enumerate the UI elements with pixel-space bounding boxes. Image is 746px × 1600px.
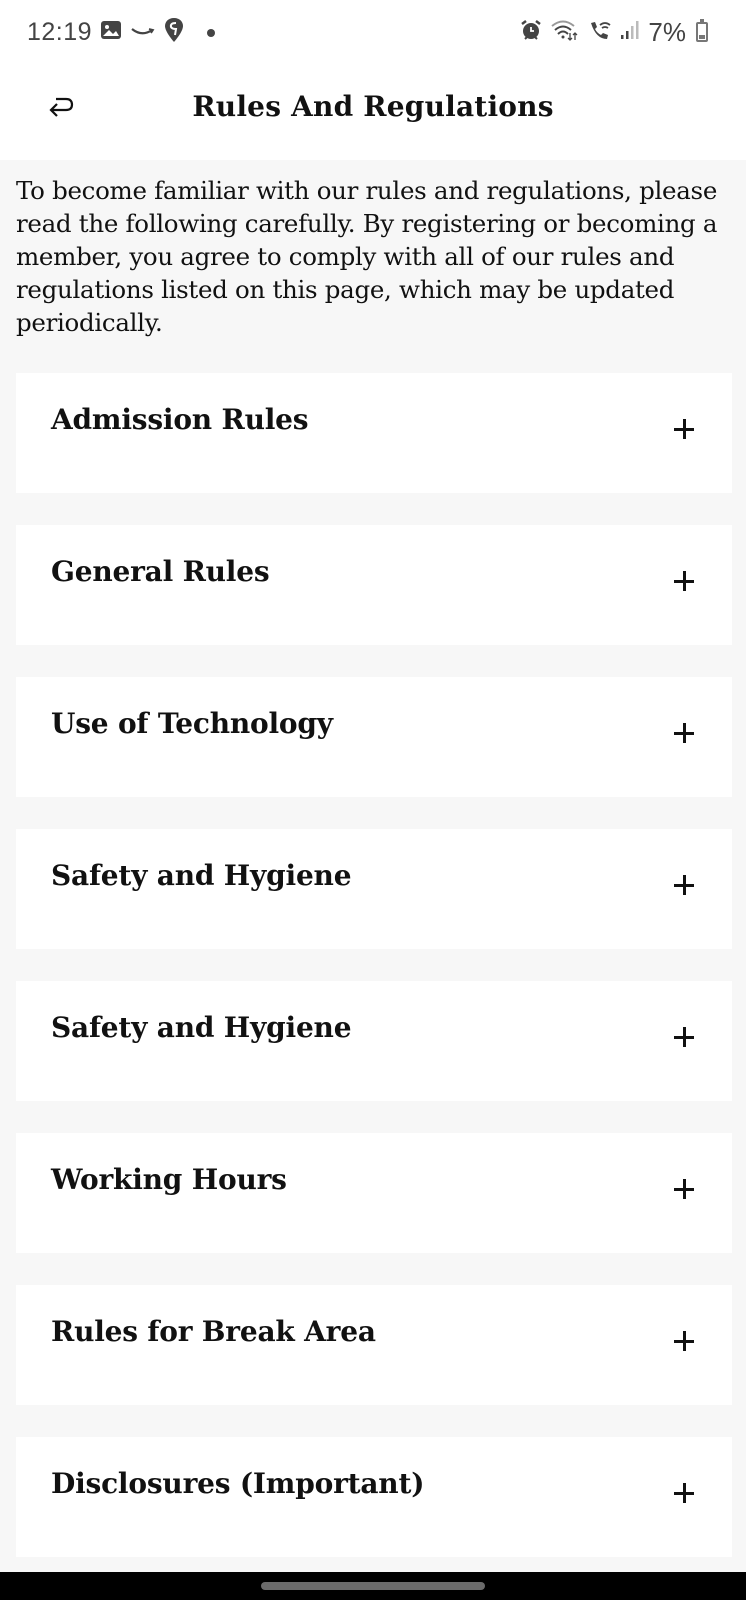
- accordion-title: Safety and Hygiene: [51, 1011, 352, 1044]
- battery-percent: 7%: [648, 16, 686, 47]
- accordion-title: Safety and Hygiene: [51, 859, 352, 892]
- dot-icon: [206, 22, 216, 42]
- system-nav-bar: [0, 1572, 746, 1600]
- plus-icon[interactable]: [674, 723, 694, 743]
- page-title: Rules And Regulations: [192, 89, 554, 123]
- wifi-icon: [550, 19, 580, 45]
- accordion-item-general-rules[interactable]: General Rules: [16, 525, 732, 645]
- accordion-item-safety-and-hygiene-2[interactable]: Safety and Hygiene: [16, 981, 732, 1101]
- plus-icon[interactable]: [674, 1483, 694, 1503]
- plus-icon[interactable]: [674, 571, 694, 591]
- gallery-icon: [100, 20, 122, 44]
- app-header: Rules And Regulations: [0, 64, 746, 160]
- wifi-calling-icon: [588, 19, 612, 45]
- status-left: 12:19: [27, 17, 216, 47]
- intro-text: To become familiar with our rules and re…: [16, 176, 718, 337]
- accordion-title: Rules for Break Area: [51, 1315, 376, 1348]
- accordion-title: General Rules: [51, 555, 270, 588]
- accordion-item-rules-for-break-area[interactable]: Rules for Break Area: [16, 1285, 732, 1405]
- status-right: 7%: [520, 17, 708, 48]
- plus-icon[interactable]: [674, 419, 694, 439]
- accordion-title: Admission Rules: [51, 403, 309, 436]
- accordion-item-admission-rules[interactable]: Admission Rules: [16, 373, 732, 493]
- rules-accordion: Admission Rules General Rules Use of Tec…: [16, 373, 732, 1589]
- status-bar: 12:19 7%: [0, 0, 746, 64]
- accordion-title: Working Hours: [51, 1163, 287, 1196]
- plus-icon[interactable]: [674, 875, 694, 895]
- plus-icon[interactable]: [674, 1331, 694, 1351]
- battery-charging-icon: [696, 19, 708, 42]
- accordion-title: Disclosures (Important): [51, 1467, 425, 1500]
- plus-icon[interactable]: [674, 1179, 694, 1199]
- accordion-title: Use of Technology: [51, 707, 333, 740]
- accordion-item-disclosures[interactable]: Disclosures (Important): [16, 1437, 732, 1557]
- accordion-item-use-of-technology[interactable]: Use of Technology: [16, 677, 732, 797]
- plus-icon[interactable]: [674, 1027, 694, 1047]
- accordion-item-working-hours[interactable]: Working Hours: [16, 1133, 732, 1253]
- accordion-item-safety-and-hygiene[interactable]: Safety and Hygiene: [16, 829, 732, 949]
- home-gesture-handle[interactable]: [261, 1582, 485, 1590]
- back-button[interactable]: [38, 88, 82, 132]
- status-time: 12:19: [27, 17, 93, 46]
- return-arrow-icon: [44, 96, 76, 124]
- swiggy-icon: [164, 17, 184, 47]
- amazon-icon: [130, 22, 156, 42]
- alarm-icon: [520, 19, 542, 45]
- signal-icon: [620, 20, 640, 44]
